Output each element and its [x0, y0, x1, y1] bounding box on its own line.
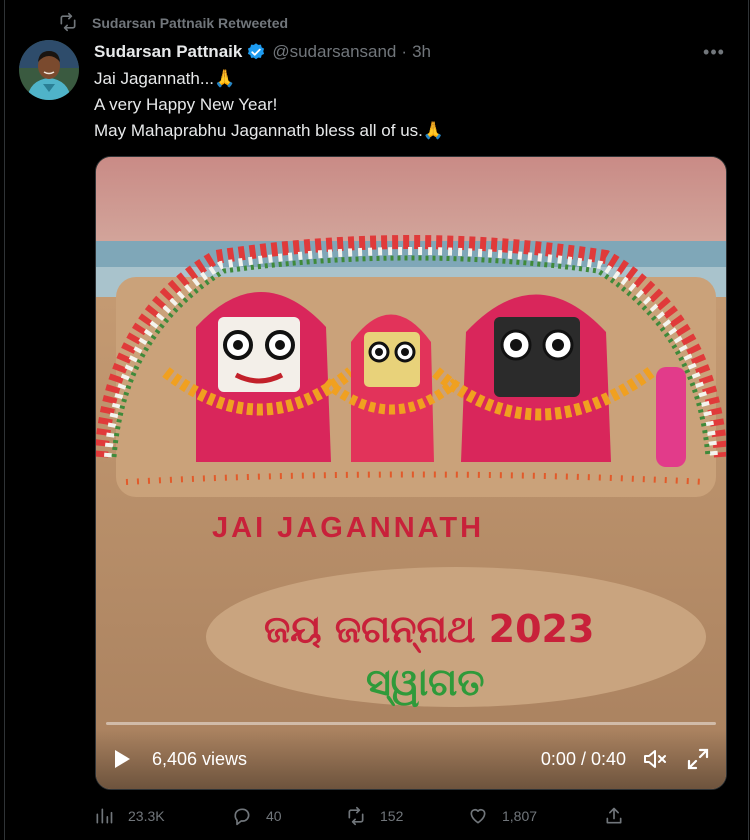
timeline-border-left: [4, 0, 5, 840]
analytics-icon: [96, 808, 113, 824]
retweet-label: Sudarsan Pattnaik Retweeted: [92, 15, 289, 31]
verified-badge-icon: [248, 43, 265, 60]
artwork-english-text: JAI JAGANNATH: [212, 512, 484, 544]
retweet-context[interactable]: Sudarsan Pattnaik Retweeted: [58, 12, 288, 34]
video-player[interactable]: JAI JAGANNATH ଜୟ ଜଗନ୍ନାଥ 2023 ସ୍ୱାଗତ 6,4…: [95, 156, 727, 790]
video-controls: 6,406 views 0:00 / 0:40: [96, 729, 726, 789]
reply-button[interactable]: 40: [232, 802, 282, 830]
like-icon: [470, 808, 486, 824]
fullscreen-icon[interactable]: [686, 747, 710, 771]
like-count: 1,807: [502, 808, 538, 824]
analytics-count: 23.3K: [128, 808, 165, 824]
share-button[interactable]: [604, 802, 624, 830]
tweet-text: Jai Jagannath...🙏 A very Happy New Year!…: [94, 66, 714, 144]
separator-dot: ·: [401, 42, 408, 61]
tweet-line: A very Happy New Year!: [94, 95, 278, 114]
tweet-actions: 23.3K 40 152 1,807: [94, 802, 634, 830]
more-options-icon[interactable]: •••: [700, 40, 728, 64]
author-name[interactable]: Sudarsan Pattnaik: [94, 42, 242, 62]
analytics-button[interactable]: 23.3K: [94, 802, 165, 830]
retweet-count: 152: [380, 808, 404, 824]
retweet-icon: [58, 12, 78, 35]
video-thumbnail: JAI JAGANNATH ଜୟ ଜଗନ୍ନାଥ 2023 ସ୍ୱାଗତ: [96, 157, 726, 789]
view-count: 6,406 views: [152, 749, 248, 769]
timeline-border-right: [748, 0, 749, 840]
tweet-line: Jai Jagannath...🙏: [94, 69, 236, 88]
reply-icon: [234, 808, 250, 826]
video-progress-bar[interactable]: [106, 722, 716, 725]
volume-icon[interactable]: [642, 747, 668, 771]
like-button[interactable]: 1,807: [468, 802, 537, 830]
retweet-button[interactable]: 152: [346, 802, 403, 830]
tweet-line: May Mahaprabhu Jagannath bless all of us…: [94, 121, 445, 140]
tweet-timestamp[interactable]: 3h: [412, 42, 431, 62]
retweet-icon: [348, 806, 364, 826]
artwork-odia-text-line1: ଜୟ ଜଗନ୍ନାଥ 2023: [264, 607, 594, 653]
video-timecode: 0:00 / 0:40: [540, 749, 626, 769]
tweet-header: Sudarsan Pattnaik @sudarsansand · 3h: [94, 40, 431, 64]
artwork-odia-text-line2: ସ୍ୱାଗତ: [366, 660, 484, 707]
play-icon[interactable]: [110, 747, 134, 771]
author-handle[interactable]: @sudarsansand: [272, 42, 396, 62]
avatar[interactable]: [19, 40, 79, 100]
reply-count: 40: [266, 808, 282, 824]
share-icon: [606, 807, 622, 824]
